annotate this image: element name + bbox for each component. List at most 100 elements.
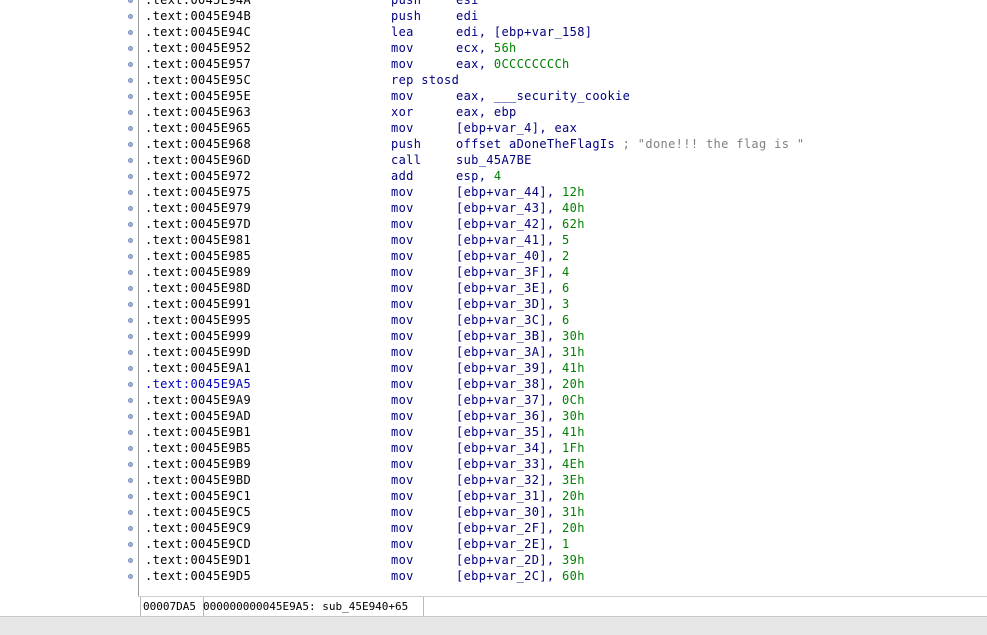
immediate-value[interactable]: 20h [562, 377, 585, 391]
instruction-operands[interactable]: [ebp+var_31], 20h [456, 488, 585, 504]
line-address[interactable]: .text:0045E972 [145, 168, 251, 184]
line-address[interactable]: .text:0045E9B5 [145, 440, 251, 456]
instruction-operands[interactable]: [ebp+var_2C], 60h [456, 568, 585, 584]
instruction-mnemonic[interactable]: mov [391, 376, 414, 392]
instruction-mnemonic[interactable]: mov [391, 552, 414, 568]
instruction-mnemonic[interactable]: mov [391, 296, 414, 312]
instruction-operands[interactable]: [ebp+var_36], 30h [456, 408, 585, 424]
instruction-operands[interactable]: [ebp+var_3C], 6 [456, 312, 570, 328]
operand-text[interactable]: ecx, [456, 41, 494, 55]
line-address[interactable]: .text:0045E9A9 [145, 392, 251, 408]
operand-text[interactable]: [ebp+var_2E], [456, 537, 562, 551]
immediate-value[interactable]: 30h [562, 329, 585, 343]
line-address[interactable]: .text:0045E957 [145, 56, 251, 72]
operand-text[interactable]: [ebp+var_35], [456, 425, 562, 439]
instruction-operands[interactable]: sub_45A7BE [456, 152, 532, 168]
operand-text[interactable]: eax, ___security_cookie [456, 89, 630, 103]
line-address[interactable]: .text:0045E9A5 [145, 376, 251, 392]
operand-text[interactable]: edi [456, 9, 479, 23]
instruction-mnemonic[interactable]: mov [391, 456, 414, 472]
instruction-mnemonic[interactable]: mov [391, 392, 414, 408]
line-address[interactable]: .text:0045E9AD [145, 408, 251, 424]
instruction-mnemonic[interactable]: mov [391, 120, 414, 136]
immediate-value[interactable]: 31h [562, 505, 585, 519]
immediate-value[interactable]: 0CCCCCCCCh [494, 57, 570, 71]
immediate-value[interactable]: 4 [562, 265, 570, 279]
instruction-mnemonic[interactable]: mov [391, 184, 414, 200]
instruction-mnemonic[interactable]: mov [391, 568, 414, 584]
instruction-mnemonic[interactable]: mov [391, 88, 414, 104]
operand-text[interactable]: [ebp+var_2D], [456, 553, 562, 567]
instruction-mnemonic[interactable]: mov [391, 440, 414, 456]
instruction-operands[interactable]: [ebp+var_30], 31h [456, 504, 585, 520]
operand-text[interactable]: [ebp+var_32], [456, 473, 562, 487]
line-address[interactable]: .text:0045E95E [145, 88, 251, 104]
instruction-operands[interactable]: esp, 4 [456, 168, 501, 184]
instruction-mnemonic[interactable]: lea [391, 24, 414, 40]
instruction-operands[interactable]: esi [456, 0, 479, 8]
instruction-mnemonic[interactable]: mov [391, 408, 414, 424]
line-address[interactable]: .text:0045E9A1 [145, 360, 251, 376]
instruction-operands[interactable]: offset aDoneTheFlagIs ; "done!!! the fla… [456, 136, 804, 152]
line-address[interactable]: .text:0045E9D1 [145, 552, 251, 568]
operand-text[interactable]: [ebp+var_36], [456, 409, 562, 423]
operand-text[interactable]: [ebp+var_41], [456, 233, 562, 247]
immediate-value[interactable]: 1 [562, 537, 570, 551]
line-address[interactable]: .text:0045E9C5 [145, 504, 251, 520]
immediate-value[interactable]: 6 [562, 281, 570, 295]
immediate-value[interactable]: 3 [562, 297, 570, 311]
immediate-value[interactable]: 5 [562, 233, 570, 247]
operand-text[interactable]: [ebp+var_38], [456, 377, 562, 391]
operand-text[interactable]: [ebp+var_3D], [456, 297, 562, 311]
line-address[interactable]: .text:0045E995 [145, 312, 251, 328]
immediate-value[interactable]: 60h [562, 569, 585, 583]
operand-text[interactable]: sub_45A7BE [456, 153, 532, 167]
instruction-operands[interactable]: [ebp+var_38], 20h [456, 376, 585, 392]
instruction-mnemonic[interactable]: call [391, 152, 421, 168]
line-address[interactable]: .text:0045E99D [145, 344, 251, 360]
instruction-mnemonic[interactable]: mov [391, 520, 414, 536]
instruction-mnemonic[interactable]: mov [391, 328, 414, 344]
instruction-operands[interactable]: [ebp+var_34], 1Fh [456, 440, 585, 456]
instruction-mnemonic[interactable]: push [391, 8, 421, 24]
line-address[interactable]: .text:0045E94B [145, 8, 251, 24]
instruction-operands[interactable]: [ebp+var_4], eax [456, 120, 577, 136]
instruction-mnemonic[interactable]: mov [391, 200, 414, 216]
line-address[interactable]: .text:0045E975 [145, 184, 251, 200]
instruction-operands[interactable]: [ebp+var_39], 41h [456, 360, 585, 376]
line-address[interactable]: .text:0045E979 [145, 200, 251, 216]
line-address[interactable]: .text:0045E9CD [145, 536, 251, 552]
immediate-value[interactable]: 40h [562, 201, 585, 215]
instruction-operands[interactable]: [ebp+var_33], 4Eh [456, 456, 585, 472]
line-address[interactable]: .text:0045E94A [145, 0, 251, 8]
instruction-operands[interactable]: [ebp+var_35], 41h [456, 424, 585, 440]
operand-text[interactable]: [ebp+var_34], [456, 441, 562, 455]
line-address[interactable]: .text:0045E963 [145, 104, 251, 120]
operand-text[interactable]: [ebp+var_30], [456, 505, 562, 519]
line-address[interactable]: .text:0045E952 [145, 40, 251, 56]
instruction-operands[interactable]: [ebp+var_2F], 20h [456, 520, 585, 536]
instruction-operands[interactable]: eax, ebp [456, 104, 517, 120]
operand-text[interactable]: esp, [456, 169, 494, 183]
instruction-mnemonic[interactable]: rep stosd [391, 72, 459, 88]
instruction-operands[interactable]: [ebp+var_32], 3Eh [456, 472, 585, 488]
line-address[interactable]: .text:0045E981 [145, 232, 251, 248]
instruction-mnemonic[interactable]: mov [391, 488, 414, 504]
immediate-value[interactable]: 56h [494, 41, 517, 55]
immediate-value[interactable]: 0Ch [562, 393, 585, 407]
line-address[interactable]: .text:0045E9C1 [145, 488, 251, 504]
operand-text[interactable]: [ebp+var_39], [456, 361, 562, 375]
line-address[interactable]: .text:0045E9BD [145, 472, 251, 488]
immediate-value[interactable]: 41h [562, 425, 585, 439]
line-address[interactable]: .text:0045E9C9 [145, 520, 251, 536]
line-address[interactable]: .text:0045E989 [145, 264, 251, 280]
operand-text[interactable]: [ebp+var_42], [456, 217, 562, 231]
immediate-value[interactable]: 4Eh [562, 457, 585, 471]
instruction-mnemonic[interactable]: mov [391, 280, 414, 296]
instruction-operands[interactable]: ecx, 56h [456, 40, 517, 56]
operand-text[interactable]: [ebp+var_43], [456, 201, 562, 215]
line-address[interactable]: .text:0045E991 [145, 296, 251, 312]
instruction-operands[interactable]: [ebp+var_42], 62h [456, 216, 585, 232]
line-address[interactable]: .text:0045E96D [145, 152, 251, 168]
instruction-operands[interactable]: [ebp+var_40], 2 [456, 248, 570, 264]
